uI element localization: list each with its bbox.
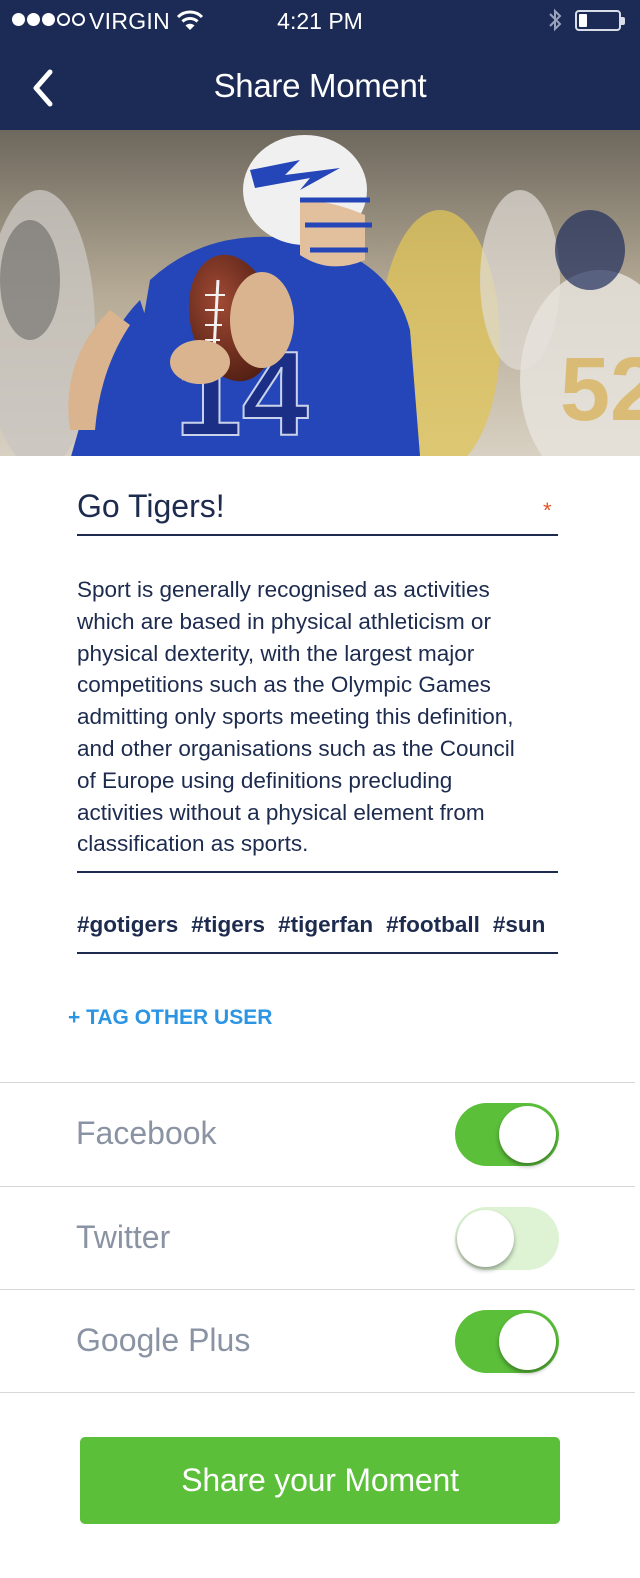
description-line: classification as sports.	[77, 831, 309, 857]
description-line: activities without a physical element fr…	[77, 799, 485, 825]
description-line: admitting only sports meeting this defin…	[77, 704, 514, 730]
hashtags-field[interactable]: #gotigers #tigers #tigerfan #football #s…	[77, 912, 545, 938]
status-bar: VIRGIN 4:21 PM	[0, 0, 640, 42]
moment-title-field[interactable]: Go Tigers!	[77, 488, 225, 525]
hashtags-underline	[77, 952, 558, 954]
description-underline	[77, 871, 558, 873]
facebook-toggle[interactable]	[455, 1103, 559, 1166]
google-plus-toggle[interactable]	[455, 1310, 559, 1373]
battery-level	[579, 14, 587, 27]
description-line: which are based in physical athleticism …	[77, 608, 491, 634]
share-row-twitter: Twitter	[0, 1186, 635, 1289]
share-row-label: Twitter	[76, 1219, 171, 1255]
hashtag: #sun	[492, 912, 546, 937]
status-time: 4:21 PM	[277, 8, 363, 34]
bluetooth-icon	[546, 6, 564, 41]
moment-photo: 52 14	[0, 130, 640, 456]
share-row-label: Facebook	[76, 1115, 217, 1151]
description-line: and other organisations such as the Coun…	[77, 735, 515, 761]
toggle-knob	[457, 1210, 514, 1267]
share-row-label: Google Plus	[76, 1322, 251, 1358]
description-line: physical dexterity, with the largest maj…	[77, 640, 475, 666]
description-line: of Europe using definitions precluding	[77, 767, 453, 793]
svg-text:52: 52	[560, 340, 640, 440]
title-underline	[77, 534, 558, 536]
tag-other-user-link[interactable]: + TAG OTHER USER	[68, 1006, 272, 1030]
twitter-toggle[interactable]	[455, 1207, 559, 1270]
football-player-image: 52 14	[0, 130, 640, 456]
hashtag: #gotigers	[77, 912, 179, 937]
share-row-google-plus: Google Plus	[0, 1289, 635, 1392]
divider	[0, 1392, 635, 1393]
hashtag: #tigers	[191, 912, 266, 937]
share-moment-button[interactable]: Share your Moment	[80, 1437, 560, 1524]
toggle-knob	[499, 1106, 556, 1163]
nav-bar: Share Moment	[0, 42, 640, 130]
share-row-facebook: Facebook	[0, 1082, 635, 1185]
description-line: Sport is generally recognised as activit…	[77, 577, 490, 602]
required-indicator: *	[543, 498, 552, 523]
moment-description-field[interactable]: Sport is generally recognised as activit…	[77, 574, 567, 860]
battery-icon	[575, 10, 625, 31]
toggle-knob	[499, 1313, 556, 1370]
page-title: Share Moment	[213, 67, 427, 104]
description-line: competitions such as the Olympic Games	[77, 672, 491, 698]
app-header: VIRGIN 4:21 PM Share Moment	[0, 0, 640, 130]
hashtag: #tigerfan	[278, 912, 374, 937]
hashtag: #football	[386, 912, 480, 937]
